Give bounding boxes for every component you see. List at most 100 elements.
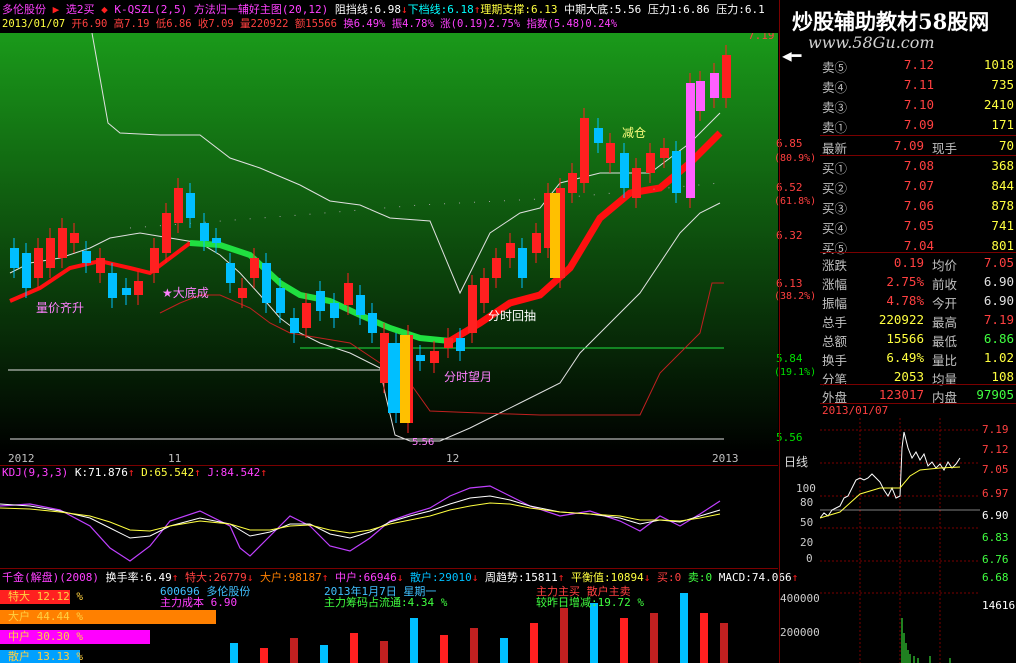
candle bbox=[380, 333, 389, 383]
candle bbox=[162, 213, 171, 253]
annotation-intraday-moon: 分时望月 bbox=[444, 370, 492, 384]
info-cost: 主力成本 6.90 bbox=[160, 596, 238, 609]
candle bbox=[186, 193, 195, 218]
stat-value: 6.90 bbox=[983, 293, 1014, 308]
volume-bar bbox=[620, 618, 628, 663]
ask-label: 卖④ bbox=[822, 80, 848, 95]
candle bbox=[212, 238, 221, 243]
volume-bar bbox=[230, 643, 238, 663]
ask-volume: 2410 bbox=[983, 97, 1014, 112]
bid-row[interactable]: 买① 7.08 368 bbox=[820, 156, 1016, 176]
money-flow-info-2: 2013年1月7日 星期一 主力筹码占流通:4.34 % bbox=[324, 586, 447, 608]
candle bbox=[96, 258, 105, 273]
mf-retail: 散户:29010 bbox=[409, 571, 472, 584]
bar-low: 低6.86 bbox=[155, 18, 192, 30]
volume-bar bbox=[470, 628, 478, 663]
ask-label: 卖⑤ bbox=[822, 60, 848, 75]
candle bbox=[200, 223, 209, 241]
volume-bar bbox=[290, 638, 298, 663]
stat-value: 4.78% bbox=[886, 293, 924, 308]
ask-price: 7.11 bbox=[903, 77, 934, 92]
bid-price: 7.06 bbox=[903, 198, 934, 213]
candle bbox=[710, 73, 719, 98]
period-tab[interactable]: 日线 bbox=[784, 453, 808, 470]
watermark-url: www.58Gu.com bbox=[808, 33, 935, 52]
bid-price: 7.05 bbox=[903, 218, 934, 233]
bar-amount: 额15566 bbox=[294, 18, 337, 30]
candle bbox=[456, 338, 465, 351]
stat-row: 振幅 4.78% 今开 6.90 bbox=[820, 291, 1016, 311]
candle bbox=[22, 253, 31, 288]
x-tick: 12 bbox=[446, 452, 460, 465]
bid-row[interactable]: 买③ 7.06 878 bbox=[820, 196, 1016, 216]
candle bbox=[416, 355, 425, 361]
candle bbox=[492, 258, 501, 278]
kdj-chart[interactable] bbox=[0, 466, 778, 568]
bar-amplitude: 振4.78% bbox=[391, 18, 434, 30]
mf-super: 特大:26779 bbox=[184, 571, 247, 584]
arrow-left-icon[interactable]: ◀━ bbox=[782, 46, 801, 65]
candle bbox=[594, 128, 603, 143]
intraday-tick: 6.90 bbox=[982, 509, 1009, 522]
candle bbox=[250, 258, 259, 278]
candle bbox=[108, 273, 117, 298]
candlestick-chart[interactable]: 量价齐升 ★大底成 分时回抽 分时望月 减仓 5.56 7.19 6.85 20… bbox=[0, 33, 778, 453]
bid-label: 买① bbox=[822, 161, 848, 176]
candle bbox=[70, 233, 79, 243]
stat-value: 220922 bbox=[878, 312, 924, 327]
candle bbox=[468, 285, 477, 333]
volume-bar bbox=[380, 641, 388, 663]
ask-row[interactable]: 卖③ 7.10 2410 bbox=[820, 95, 1016, 115]
index-change: 指数(5.48)0.24% bbox=[526, 18, 618, 30]
ask-row[interactable]: 卖⑤ 7.12 1018 bbox=[820, 55, 1016, 75]
stock-terminal: 多伦股份 ▶ 选2买 ◆ K-QSZL(2,5) 方法归一辅好主图(20,12)… bbox=[0, 0, 1016, 663]
stock-name[interactable]: 多伦股份 bbox=[2, 3, 46, 16]
bid-row[interactable]: 买② 7.07 844 bbox=[820, 176, 1016, 196]
candle bbox=[344, 283, 353, 305]
watermark-brand: 58股网 bbox=[918, 9, 990, 34]
date-axis-bar: 2012 11 12 2013 bbox=[0, 452, 778, 465]
bid-label: 买② bbox=[822, 181, 848, 196]
ask-row[interactable]: 卖① 7.09 171 bbox=[820, 115, 1016, 135]
candle bbox=[672, 151, 681, 193]
candle bbox=[696, 81, 705, 111]
mf-balance: 平衡值:10894 bbox=[570, 571, 644, 584]
mf-sell: 卖:0 bbox=[687, 571, 713, 584]
candle bbox=[686, 83, 695, 198]
play-icon[interactable]: ▶ bbox=[53, 3, 60, 16]
bid-volume: 368 bbox=[991, 158, 1014, 173]
ask-volume: 1018 bbox=[983, 57, 1014, 72]
bid-row[interactable]: 买④ 7.05 741 bbox=[820, 216, 1016, 236]
money-flow-info: 600696 多伦股份 主力成本 6.90 bbox=[160, 586, 250, 608]
candle bbox=[82, 251, 91, 263]
annotation-big-bottom: ★大底成 bbox=[162, 285, 209, 300]
ask-row[interactable]: 卖④ 7.11 735 bbox=[820, 75, 1016, 95]
candle bbox=[10, 248, 19, 268]
chart-header: 多伦股份 ▶ 选2买 ◆ K-QSZL(2,5) 方法归一辅好主图(20,12)… bbox=[0, 0, 778, 33]
volume-bar bbox=[410, 618, 418, 663]
volume-bar bbox=[650, 613, 658, 663]
intraday-tick: 6.68 bbox=[982, 571, 1009, 584]
bar-large: 大户 44.44 % bbox=[0, 610, 216, 624]
candle bbox=[368, 313, 377, 333]
candle bbox=[568, 173, 577, 193]
support-line: 理期支撑:6.13 bbox=[480, 3, 558, 16]
volume-bar bbox=[720, 623, 728, 663]
mf-turnover: 换手率:6.49 bbox=[105, 571, 172, 584]
x-tick: 2013 bbox=[712, 452, 739, 465]
mf-medium: 中户:66946 bbox=[334, 571, 397, 584]
intraday-tick: 7.12 bbox=[982, 443, 1009, 456]
candle bbox=[174, 188, 183, 223]
outer-value: 123017 bbox=[878, 387, 924, 402]
candle bbox=[430, 351, 439, 363]
header-line-1: 多伦股份 ▶ 选2买 ◆ K-QSZL(2,5) 方法归一辅好主图(20,12)… bbox=[2, 1, 765, 17]
latest-price: 7.09 bbox=[893, 138, 924, 153]
stat-row: 总手 220922 最高 7.19 bbox=[820, 310, 1016, 330]
ask-label: 卖③ bbox=[822, 100, 848, 115]
candle bbox=[632, 168, 641, 198]
bar-volume: 量220922 bbox=[240, 18, 289, 30]
indicator-name[interactable]: 选2买 bbox=[66, 3, 95, 16]
intraday-chart[interactable] bbox=[820, 418, 980, 663]
intraday-date: 2013/01/07 bbox=[822, 404, 889, 417]
volume-bar bbox=[700, 613, 708, 663]
